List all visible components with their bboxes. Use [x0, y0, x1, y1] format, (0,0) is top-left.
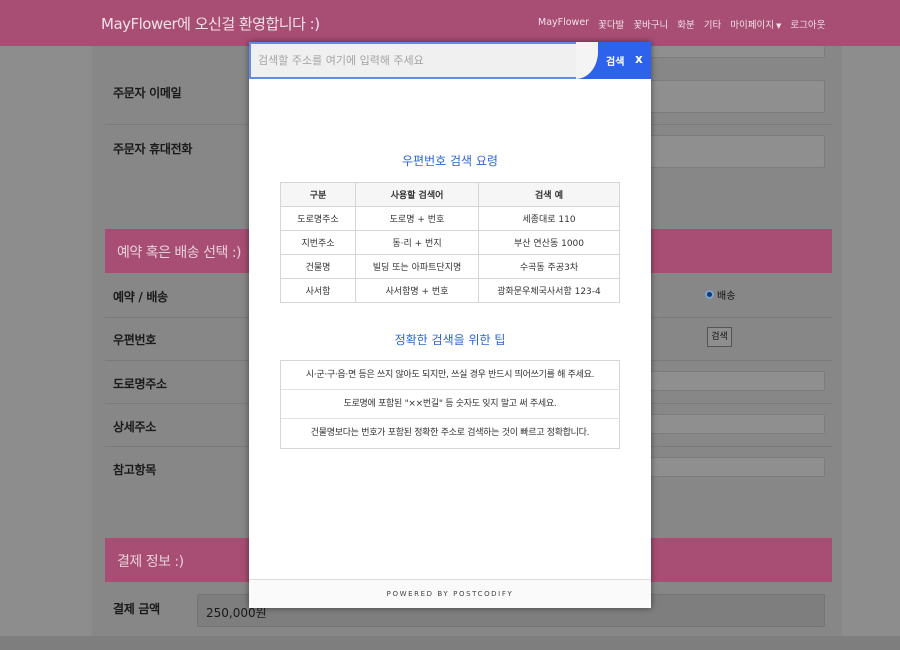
delivery-radio[interactable]: 배송	[705, 287, 735, 302]
tips-list: 시·군·구·읍·면 등은 쓰지 않아도 되지만, 쓰실 경우 반드시 띄어쓰기를…	[280, 360, 620, 449]
table-cell: 부산 연산동 1000	[478, 230, 620, 255]
detail-address-input[interactable]	[650, 414, 825, 434]
table-cell: 사서함명 + 번호	[355, 278, 479, 303]
nav-item-logout[interactable]: 로그아웃	[790, 17, 825, 31]
search-guide-table: 구분 사용할 검색어 검색 예 도로명주소 도로명 + 번호 세종대로 110 …	[280, 182, 620, 303]
guide-title: 우편번호 검색 요령	[402, 154, 498, 168]
bottom-shadow	[0, 636, 900, 650]
nav-item-basket[interactable]: 꽃바구니	[633, 17, 668, 31]
table-cell: 사서함	[280, 278, 356, 303]
nav-menu: MayFlower 꽃다발 꽃바구니 화분 기타 마이페이지 ▼ 로그아웃	[538, 17, 825, 31]
reference-label: 참고항목	[113, 463, 156, 477]
table-cell: 빌딩 또는 아파트단지명	[355, 254, 479, 279]
chevron-down-icon: ▼	[775, 22, 782, 30]
powered-by-footer[interactable]: POWERED BY POSTCODIFY	[249, 579, 651, 608]
table-cell: 지번주소	[280, 230, 356, 255]
table-row: 건물명 빌딩 또는 아파트단지명 수곡동 주공3차	[280, 254, 620, 279]
top-input-remnant	[650, 46, 825, 58]
table-header-row: 구분 사용할 검색어 검색 예	[280, 182, 620, 207]
nav-item-etc[interactable]: 기타	[704, 17, 721, 31]
close-icon[interactable]: x	[635, 52, 643, 66]
table-row: 사서함 사서함명 + 번호 광화문우체국사서함 123-4	[280, 278, 620, 303]
table-cell: 도로명 + 번호	[355, 206, 479, 231]
table-cell: 도로명주소	[280, 206, 356, 231]
reservation-label: 예약 / 배송	[113, 290, 168, 304]
modal-search-bar: 검색 x	[249, 42, 651, 79]
tips-title: 정확한 검색을 위한 팁	[394, 333, 506, 347]
payment-section-title: 결제 정보 :)	[117, 554, 184, 570]
nav-item-mypage-label: 마이페이지	[730, 20, 774, 31]
payment-amount-label: 결제 금액	[113, 602, 160, 616]
table-cell: 광화문우체국사서함 123-4	[478, 278, 620, 303]
list-item: 시·군·구·읍·면 등은 쓰지 않아도 되지만, 쓰실 경우 반드시 띄어쓰기를…	[281, 361, 619, 390]
modal-search-button[interactable]: 검색	[606, 53, 624, 68]
radio-selected-icon	[705, 290, 714, 299]
table-cell: 건물명	[280, 254, 356, 279]
delivery-section-title: 예약 혹은 배송 선택 :)	[117, 245, 242, 261]
table-cell: 세종대로 110	[478, 206, 620, 231]
orderer-phone-label: 주문자 휴대전화	[113, 142, 193, 156]
nav-item-bouquet[interactable]: 꽃다발	[598, 17, 624, 31]
delivery-radio-label: 배송	[717, 291, 736, 302]
brand-title[interactable]: MayFlower에 오신걸 환영합니다 :)	[101, 13, 320, 34]
navbar: MayFlower에 오신걸 환영합니다 :) MayFlower 꽃다발 꽃바…	[0, 0, 900, 46]
road-address-input[interactable]	[650, 371, 825, 391]
search-bar-curve	[576, 42, 598, 79]
list-item: 도로명에 포함된 "××번길" 등 숫자도 잊지 말고 써 주세요.	[281, 390, 619, 419]
postcode-search-modal: 검색 x 우편번호 검색 요령 구분 사용할 검색어 검색 예 도로명주소 도로…	[249, 42, 651, 608]
postcode-label: 우편번호	[113, 333, 156, 347]
table-cell: 수곡동 주공3차	[478, 254, 620, 279]
postcode-search-button[interactable]: 검색	[707, 327, 732, 347]
nav-item-mayflower[interactable]: MayFlower	[538, 17, 589, 31]
table-header: 검색 예	[478, 182, 620, 207]
list-item: 건물명보다는 번호가 포함된 정확한 주소로 검색하는 것이 빠르고 정확합니다…	[310, 428, 590, 438]
table-cell: 동·리 + 번지	[355, 230, 479, 255]
orderer-phone-input[interactable]	[650, 135, 825, 168]
table-row: 도로명주소 도로명 + 번호 세종대로 110	[280, 206, 620, 231]
reference-input[interactable]	[650, 457, 825, 477]
address-search-input[interactable]	[249, 42, 576, 79]
table-header: 구분	[280, 182, 356, 207]
orderer-email-label: 주문자 이메일	[113, 86, 182, 100]
detail-address-label: 상세주소	[113, 420, 156, 434]
road-address-label: 도로명주소	[113, 377, 167, 391]
nav-item-mypage[interactable]: 마이페이지 ▼	[730, 17, 781, 31]
table-row: 지번주소 동·리 + 번지 부산 연산동 1000	[280, 230, 620, 255]
nav-item-pot[interactable]: 화분	[677, 17, 694, 31]
orderer-email-input[interactable]	[650, 80, 825, 113]
table-header: 사용할 검색어	[355, 182, 479, 207]
